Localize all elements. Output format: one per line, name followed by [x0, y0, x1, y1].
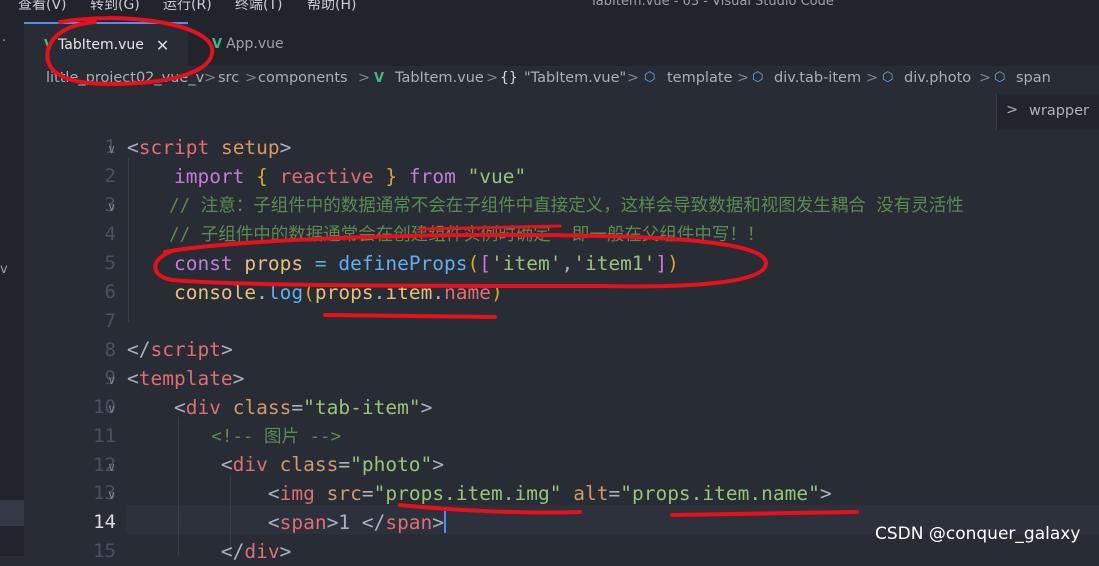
window-title: TabItem.vue - 03 - Visual Studio Code	[590, 0, 834, 9]
fold-chevron-icon[interactable]: ∨	[108, 488, 115, 502]
breadcrumb-div-photo[interactable]: div.photo	[904, 70, 971, 86]
code-line-2: import { reactive } from "vue"	[173, 165, 527, 188]
sidebar-dot: ·	[2, 34, 7, 49]
cube-icon: ⬡	[994, 70, 1006, 85]
code-line-14: <span>1 </span>	[267, 511, 447, 534]
menu-run[interactable]: 运行(R)	[163, 0, 212, 14]
fold-chevron-icon[interactable]: ∨	[108, 402, 115, 416]
vue-icon: V	[212, 36, 223, 52]
line-number: 6	[104, 281, 116, 303]
sticky-label: wrapper	[1029, 103, 1089, 119]
code-editor[interactable]: 1 2 3 4 5 6 7 8 9 10 11 12 13 14 15 ∨ ∨ …	[24, 94, 1099, 563]
code-line-10: <div class="tab-item">	[173, 396, 433, 419]
fold-chevron-icon[interactable]: ∨	[108, 460, 115, 474]
line-number: 4	[104, 223, 116, 245]
code-line-12: <div class="photo">	[220, 453, 445, 476]
line-number-active: 14	[93, 511, 116, 533]
code-line-5: const props = defineProps(['item','item1…	[173, 252, 679, 275]
fold-chevron-icon[interactable]: ∨	[108, 373, 115, 387]
code-line-9: <template>	[127, 367, 245, 390]
breadcrumb-span[interactable]: span	[1016, 70, 1051, 86]
code-line-8: </script>	[127, 338, 233, 361]
code-line-4-comment: // 子组件中的数据通常会在创建组件实例时确定 即一般在父组件中写！！	[169, 225, 765, 245]
chevron-right-icon: >	[737, 70, 750, 86]
breadcrumb: little_project02_vue_v > src > component…	[24, 66, 1099, 94]
line-number: 15	[93, 540, 116, 562]
line-number: 5	[104, 252, 116, 274]
code-line-1: <script setup>	[127, 136, 292, 159]
chevron-right-icon: >	[358, 70, 371, 86]
tab-bar: V TabItem.vue ✕ V App.vue	[24, 22, 1099, 66]
code-line-15: </div>	[220, 540, 292, 563]
text-cursor	[444, 511, 447, 533]
tab-tabitem-vue[interactable]: V TabItem.vue ✕	[24, 22, 188, 66]
code-line-6: console.log(props.item.name)	[173, 281, 503, 304]
code-line-11-comment: <!-- 图片 -->	[211, 427, 342, 447]
close-icon[interactable]: ✕	[156, 36, 169, 55]
cube-icon: ⬡	[644, 70, 656, 85]
chevron-right-icon: >	[979, 70, 992, 86]
chevron-right-icon: >	[866, 70, 879, 86]
vue-icon: V	[44, 37, 55, 53]
menu-goto[interactable]: 转到(G)	[90, 0, 140, 14]
title-bar: 查看(V) 转到(G) 运行(R) 终端(T) 帮助(H) TabItem.vu…	[0, 0, 1099, 22]
breadcrumb-components[interactable]: components	[258, 70, 348, 86]
code-line-3-comment: // 注意：子组件中的数据通常不会在子组件中直接定义，这样会导致数据和视图发生耦…	[169, 196, 964, 216]
braces-icon: {}	[500, 70, 518, 86]
tab-app-vue[interactable]: V App.vue	[190, 22, 338, 66]
menu-terminal[interactable]: 终端(T)	[235, 0, 282, 14]
breadcrumb-project[interactable]: little_project02_vue_v	[46, 70, 204, 86]
watermark: CSDN @conquer_galaxy	[875, 524, 1081, 544]
sidebar-letter: v	[0, 262, 8, 277]
breadcrumb-div-tab-item[interactable]: div.tab-item	[774, 70, 861, 86]
fold-chevron-icon[interactable]: ∨	[108, 200, 115, 214]
line-number: 11	[93, 425, 116, 447]
chevron-right-icon: >	[627, 70, 640, 86]
menu-help[interactable]: 帮助(H)	[307, 0, 356, 14]
cube-icon: ⬡	[752, 70, 764, 85]
breadcrumb-template[interactable]: template	[667, 70, 732, 86]
fold-chevron-icon[interactable]: ∨	[108, 142, 115, 156]
line-number: 8	[104, 339, 116, 361]
chevron-right-icon: >	[245, 70, 258, 86]
breadcrumb-file[interactable]: TabItem.vue	[395, 70, 484, 86]
chevron-right-icon: >	[204, 70, 217, 86]
sticky-scroll-widget[interactable]: > wrapper	[996, 94, 1099, 130]
line-number: 2	[104, 165, 116, 187]
tab-label: App.vue	[226, 36, 284, 52]
sidebar-edge: · v	[0, 22, 24, 556]
chevron-right-icon: >	[486, 70, 499, 86]
cube-icon: ⬡	[882, 70, 894, 85]
menu-view[interactable]: 查看(V)	[18, 0, 67, 14]
vue-icon: V	[374, 71, 385, 86]
sidebar-selected-item[interactable]	[0, 500, 24, 526]
chevron-right-icon: >	[1006, 102, 1019, 118]
breadcrumb-src[interactable]: src	[218, 70, 239, 86]
breadcrumb-component-name[interactable]: "TabItem.vue"	[524, 70, 626, 86]
line-number: 7	[104, 310, 116, 332]
code-line-13: <img src="props.item.img" alt="props.ite…	[267, 482, 832, 505]
tab-label: TabItem.vue	[58, 37, 144, 53]
